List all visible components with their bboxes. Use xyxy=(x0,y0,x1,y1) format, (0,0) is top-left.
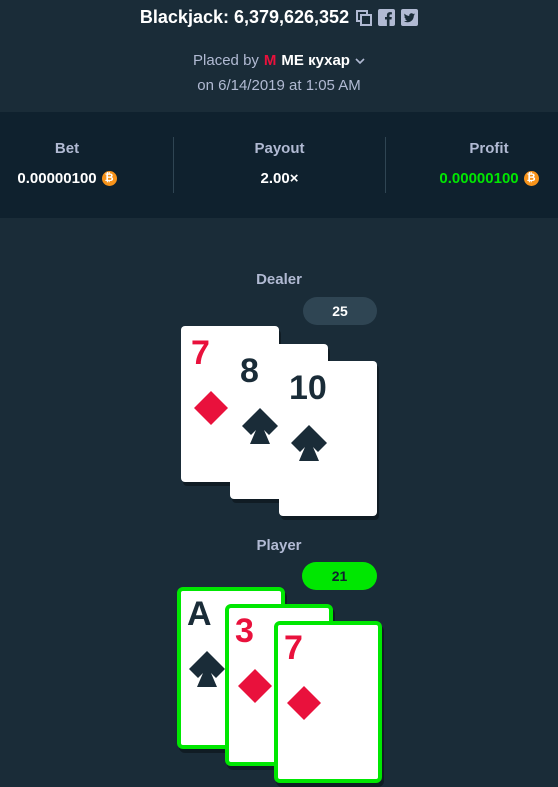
page-title: Blackjack: 6,379,626,352 xyxy=(139,7,350,27)
copy-icon[interactable] xyxy=(355,9,372,26)
card-rank: 3 xyxy=(235,612,254,650)
card-rank: 10 xyxy=(289,369,327,407)
bet-label: Bet xyxy=(54,140,80,157)
placed-by-label: Placed by xyxy=(193,52,259,69)
card-rank: 8 xyxy=(240,352,259,390)
dealer-score-badge: 25 xyxy=(303,297,377,325)
bitcoin-icon: ₿ xyxy=(101,171,117,186)
player-score-badge: 21 xyxy=(302,562,377,590)
profit-value-row: 0.00000100 ₿ xyxy=(420,170,558,187)
profit-stat: Profit 0.00000100 ₿ xyxy=(420,112,558,218)
user-rank-badge: M xyxy=(263,52,277,69)
bet-stats-panel: Bet 0.00000100 ₿ Payout 2.00× Profit 0.0… xyxy=(0,112,558,218)
bet-value-row: 0.00000100 ₿ xyxy=(0,170,134,187)
card-rank: A xyxy=(187,595,212,633)
placed-by-row: Placed by M ME кухар xyxy=(0,52,558,69)
facebook-icon[interactable] xyxy=(378,9,396,26)
payout-value: 2.00× xyxy=(260,170,299,187)
bet-stat: Bet 0.00000100 ₿ xyxy=(0,112,134,218)
chevron-down-icon[interactable] xyxy=(355,52,365,69)
divider xyxy=(385,137,386,193)
spade-icon xyxy=(242,408,278,444)
twitter-icon[interactable] xyxy=(401,9,419,26)
payout-value-row: 2.00× xyxy=(174,170,385,187)
spade-icon xyxy=(291,425,327,461)
payout-label: Payout xyxy=(254,140,305,157)
bitcoin-icon: ₿ xyxy=(523,171,539,186)
payout-stat: Payout 2.00× xyxy=(174,112,385,218)
spade-icon xyxy=(189,651,225,687)
diamond-icon xyxy=(287,686,321,720)
player-label: Player xyxy=(256,537,302,554)
bet-date: on 6/14/2019 at 1:05 AM xyxy=(197,77,361,94)
card-rank: 7 xyxy=(284,629,303,667)
card-rank: 7 xyxy=(191,334,210,372)
diamond-icon xyxy=(194,391,228,425)
title-row: Blackjack: 6,379,626,352 xyxy=(0,7,558,28)
bet-header: Blackjack: 6,379,626,352 Placed by M ME … xyxy=(0,0,558,112)
dealer-label: Dealer xyxy=(256,271,302,288)
username-link[interactable]: ME кухар xyxy=(281,52,350,69)
profit-label: Profit xyxy=(469,140,509,157)
dealer-card-3: 10 xyxy=(279,361,377,516)
diamond-icon xyxy=(238,669,272,703)
profit-value: 0.00000100 xyxy=(439,170,519,187)
bet-value: 0.00000100 xyxy=(17,170,97,187)
player-card-3: 7 xyxy=(274,621,382,783)
